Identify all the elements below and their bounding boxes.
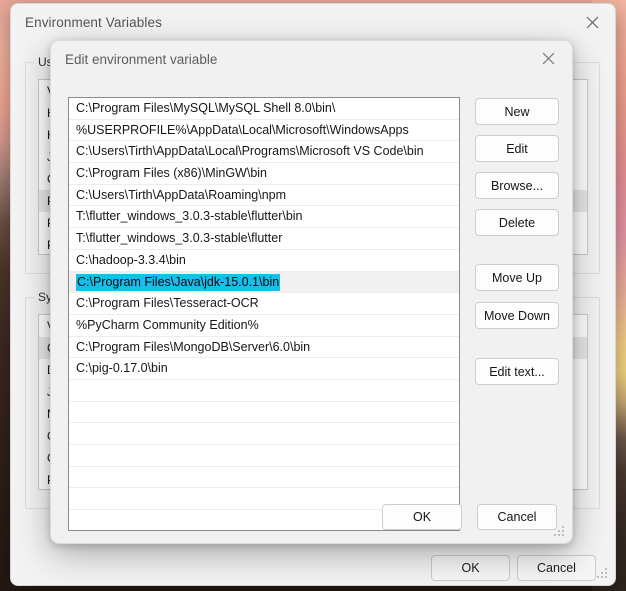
path-list-item[interactable]: C:\Users\Tirth\AppData\Local\Programs\Mi… <box>69 141 459 164</box>
path-list-item[interactable]: C:\Program Files\MySQL\MySQL Shell 8.0\b… <box>69 98 459 120</box>
move-down-button[interactable]: Move Down <box>475 302 559 329</box>
close-icon[interactable] <box>526 41 570 75</box>
path-list-item[interactable]: T:\flutter_windows_3.0.3-stable\flutter\… <box>69 206 459 229</box>
path-list-item[interactable]: %PyCharm Community Edition% <box>69 315 459 337</box>
edit-text-button[interactable]: Edit text... <box>475 358 559 385</box>
close-icon[interactable] <box>569 4 615 40</box>
env-ok-button[interactable]: OK <box>431 555 510 581</box>
move-up-button[interactable]: Move Up <box>475 264 559 291</box>
new-button[interactable]: New <box>475 98 559 125</box>
path-list-item[interactable]: C:\Program Files (x86)\MinGW\bin <box>69 163 459 185</box>
path-list-item-empty[interactable] <box>69 423 459 445</box>
path-list-item-selected-text: C:\Program Files\Java\jdk-15.0.1\bin <box>76 273 281 291</box>
path-list-item[interactable]: C:\Users\Tirth\AppData\Roaming\npm <box>69 185 459 207</box>
path-list-item[interactable]: C:\pig-0.17.0\bin <box>69 358 459 380</box>
resize-grip[interactable] <box>597 568 609 580</box>
environment-variables-titlebar: Environment Variables <box>11 4 615 43</box>
path-list-item-empty[interactable] <box>69 402 459 424</box>
path-list-item-empty[interactable] <box>69 380 459 402</box>
path-list-item-empty[interactable] <box>69 445 459 467</box>
env-cancel-button[interactable]: Cancel <box>517 555 596 581</box>
path-list-item[interactable]: C:\Program Files\Tesseract-OCR <box>69 293 459 315</box>
environment-variables-title: Environment Variables <box>25 15 162 30</box>
edit-dialog-titlebar: Edit environment variable <box>51 41 572 79</box>
path-list-item[interactable]: C:\Program Files\MongoDB\Server\6.0\bin <box>69 337 459 359</box>
edit-ok-button[interactable]: OK <box>382 504 462 530</box>
path-list-item-empty[interactable] <box>69 467 459 489</box>
path-list-item-selected[interactable]: C:\Program Files\Java\jdk-15.0.1\bin <box>69 271 459 294</box>
edit-button[interactable]: Edit <box>475 135 559 162</box>
edit-environment-variable-dialog: Edit environment variable C:\Program Fil… <box>50 40 573 544</box>
path-list-item[interactable]: C:\hadoop-3.3.4\bin <box>69 250 459 272</box>
browse-button[interactable]: Browse... <box>475 172 559 199</box>
path-list-item[interactable]: T:\flutter_windows_3.0.3-stable\flutter <box>69 228 459 250</box>
delete-button[interactable]: Delete <box>475 209 559 236</box>
edit-cancel-button[interactable]: Cancel <box>477 504 557 530</box>
path-entries-list[interactable]: C:\Program Files\MySQL\MySQL Shell 8.0\b… <box>68 97 460 531</box>
edit-dialog-title: Edit environment variable <box>65 52 218 67</box>
path-list-item[interactable]: %USERPROFILE%\AppData\Local\Microsoft\Wi… <box>69 120 459 142</box>
resize-grip[interactable] <box>554 526 566 538</box>
